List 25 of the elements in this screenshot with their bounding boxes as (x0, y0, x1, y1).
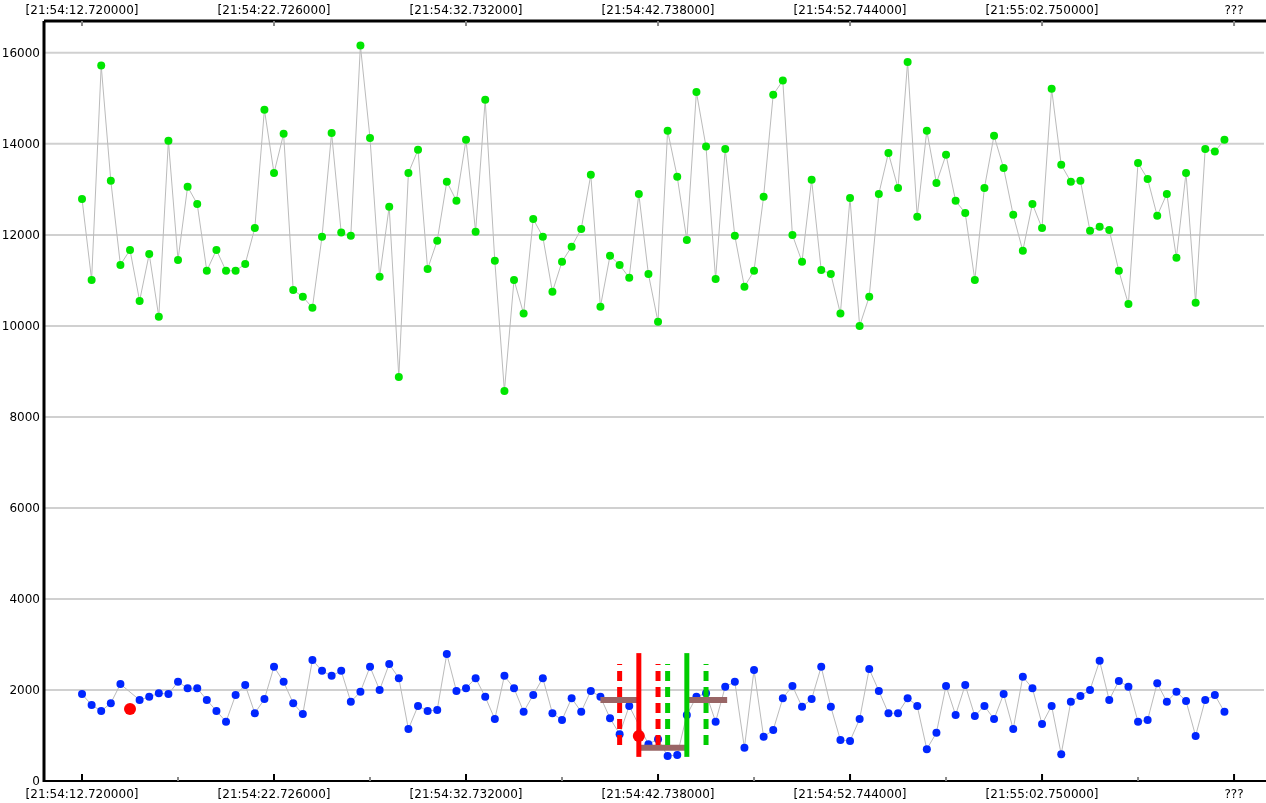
tick-label: 14000 (1, 136, 40, 151)
tick-label: [21:54:52.744000] (793, 787, 907, 801)
tick-label: 2000 (9, 683, 40, 697)
tick-label: [21:54:22.726000] (217, 3, 331, 17)
tick-label: [21:55:02.750000] (985, 3, 1099, 17)
tick-label: ??? (1224, 787, 1244, 801)
tick-label: 8000 (9, 409, 40, 424)
tick-label: [21:54:42.738000] (601, 787, 715, 801)
tick-label: 4000 (9, 591, 40, 606)
highlight-point (124, 703, 136, 716)
tick-label: [21:54:22.726000] (217, 787, 331, 801)
tick-label: ??? (1224, 3, 1244, 17)
tick-label: [21:54:12.720000] (25, 3, 139, 17)
tick-label: [21:54:52.744000] (793, 3, 907, 17)
highlight-point (632, 729, 645, 742)
tick-label: [21:55:02.750000] (985, 787, 1099, 801)
tick-label: [21:54:32.732000] (409, 3, 523, 17)
tick-label: 0 (32, 774, 40, 788)
tick-label: [21:54:12.720000] (25, 787, 139, 801)
tick-label: 10000 (1, 318, 40, 333)
tick-label: 16000 (1, 45, 40, 60)
tick-label: 6000 (9, 500, 40, 515)
tick-label: [21:54:42.738000] (601, 3, 715, 17)
tick-label: 12000 (1, 227, 40, 242)
tick-label: [21:54:32.732000] (409, 787, 523, 801)
